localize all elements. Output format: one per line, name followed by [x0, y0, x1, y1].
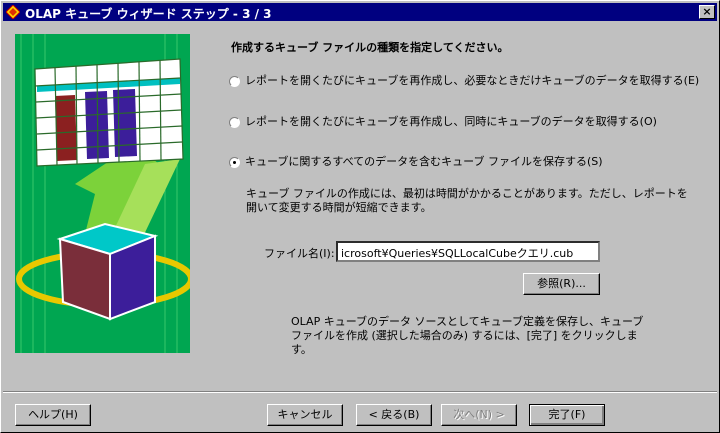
footer-separator: [3, 391, 717, 393]
browse-button[interactable]: 参照(R)...: [523, 273, 600, 295]
wizard-window: OLAP キューブ ウィザード ステップ - 3 / 3 × 作成するキューブ …: [0, 0, 720, 433]
next-button[interactable]: 次へ(N) >: [441, 404, 517, 426]
radio-option-save-cube-file[interactable]: キューブに関するすべてのデータを含むキューブ ファイルを保存する(S): [229, 153, 603, 169]
wizard-illustration: [15, 34, 190, 353]
file-name-input[interactable]: icrosoft¥Queries¥SQLLocalCubeクエリ.cub: [336, 241, 600, 262]
window-title: OLAP キューブ ウィザード ステップ - 3 / 3: [25, 7, 272, 21]
spreadsheet-graphic: [34, 58, 184, 167]
help-button[interactable]: ヘルプ(H): [15, 404, 91, 426]
radio-label: キューブに関するすべてのデータを含むキューブ ファイルを保存する(S): [245, 155, 603, 168]
olap-app-icon: [6, 5, 20, 19]
finish-instruction-note: OLAP キューブのデータ ソースとしてキューブ定義を保存し、キューブ ファイル…: [291, 315, 644, 356]
radio-label: レポートを開くたびにキューブを再作成し、必要なときだけキューブのデータを取得する…: [245, 74, 700, 87]
file-name-label: ファイル名(I):: [264, 247, 335, 260]
page-heading: 作成するキューブ ファイルの種類を指定してください。: [231, 41, 509, 54]
radio-option-fetch-all-on-open[interactable]: レポートを開くたびにキューブを再作成し、同時にキューブのデータを取得する(O): [229, 113, 657, 129]
back-button[interactable]: < 戻る(B): [356, 404, 432, 426]
radio-label: レポートを開くたびにキューブを再作成し、同時にキューブのデータを取得する(O): [245, 115, 657, 128]
radio-button-selected[interactable]: [229, 156, 240, 168]
finish-button[interactable]: 完了(F): [529, 404, 605, 426]
close-button[interactable]: ×: [699, 5, 715, 19]
radio-button[interactable]: [229, 75, 240, 87]
radio-button[interactable]: [229, 116, 240, 128]
cancel-button[interactable]: キャンセル: [267, 404, 343, 426]
title-bar[interactable]: OLAP キューブ ウィザード ステップ - 3 / 3 ×: [3, 3, 717, 21]
close-icon: ×: [702, 5, 712, 18]
cube-file-description: キューブ ファイルの作成には、最初は時間がかかることがあります。ただし、レポート…: [246, 187, 688, 214]
radio-option-refetch-on-demand[interactable]: レポートを開くたびにキューブを再作成し、必要なときだけキューブのデータを取得する…: [229, 72, 699, 88]
